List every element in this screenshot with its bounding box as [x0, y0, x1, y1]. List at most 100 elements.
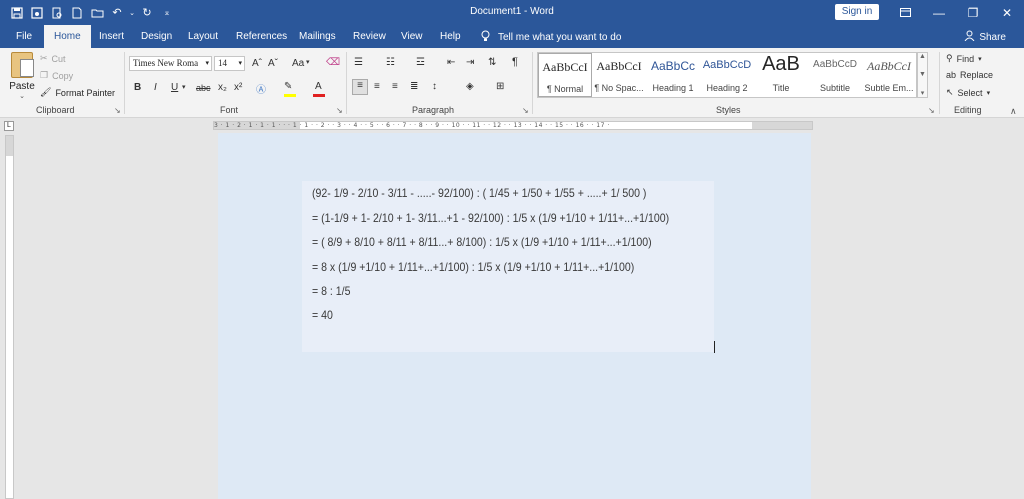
styles-gallery-scroll[interactable]: ▲ ▼ ▾ [917, 52, 928, 98]
ribbon-tabs: File Home Insert Design Layout Reference… [0, 25, 1024, 48]
style-heading-2[interactable]: AaBbCcD Heading 2 [700, 53, 754, 97]
chevron-down-icon[interactable]: ▼ [919, 71, 926, 78]
change-case-button[interactable]: Aa [292, 58, 304, 69]
find-button[interactable]: ⚲ Find ▾ [946, 53, 982, 64]
horizontal-ruler[interactable]: 3 · 1 · 2 · 1 · 1 · 1 · · · 1 · 1 · · 2 … [213, 121, 813, 130]
style-sample: AaBbCcD [813, 59, 857, 70]
borders-icon[interactable]: ⊞ [496, 81, 504, 92]
style-no-spacing[interactable]: AaBbCcI ¶ No Spac... [592, 53, 646, 97]
tab-layout[interactable]: Layout [188, 25, 218, 48]
close-icon[interactable]: ✕ [990, 0, 1024, 25]
vertical-ruler[interactable] [5, 135, 14, 499]
tab-review[interactable]: Review [353, 25, 386, 48]
ruler-top-margin [6, 136, 13, 156]
underline-dropdown-icon[interactable]: ▾ [182, 83, 186, 91]
format-painter-button[interactable]: 🖌 Format Painter [40, 87, 115, 98]
change-case-dropdown-icon[interactable]: ▾ [306, 58, 310, 66]
style-title[interactable]: AaB Title [754, 53, 808, 97]
multilevel-list-icon[interactable]: ☲ [416, 57, 425, 68]
tab-mailings[interactable]: Mailings [299, 25, 336, 48]
style-subtitle[interactable]: AaBbCcD Subtitle [808, 53, 862, 97]
line-spacing-icon[interactable]: ↕ [432, 81, 437, 92]
bold-button[interactable]: B [134, 82, 141, 93]
text-effects-icon[interactable]: Ⓐ [256, 81, 266, 96]
tab-file[interactable]: File [16, 25, 32, 48]
tab-help[interactable]: Help [440, 25, 461, 48]
justify-icon[interactable]: ≣ [410, 81, 418, 92]
tell-me-label: Tell me what you want to do [498, 32, 622, 43]
collapse-ribbon-icon[interactable]: ∧ [1010, 106, 1017, 117]
gallery-more-icon[interactable]: ▾ [921, 89, 925, 97]
increase-indent-icon[interactable]: ⇥ [466, 57, 474, 68]
tab-home[interactable]: Home [44, 25, 91, 48]
find-label: Find [956, 53, 975, 64]
align-center-icon[interactable]: ≡ [374, 81, 380, 92]
editing-group-label: Editing [954, 105, 982, 115]
tab-references[interactable]: References [236, 25, 287, 48]
font-color-icon[interactable]: A [315, 81, 322, 92]
share-button[interactable]: Share [964, 30, 1006, 44]
text-area[interactable]: (92- 1/9 - 2/10 - 3/11 - .....- 92/100) … [302, 181, 714, 352]
styles-launcher-icon[interactable]: ↘ [928, 106, 935, 115]
cut-button[interactable]: ✂ Cut [40, 53, 66, 64]
find-dropdown-icon[interactable]: ▾ [978, 55, 982, 63]
shrink-font-icon[interactable]: Aˇ [268, 58, 278, 69]
subscript-button[interactable]: x₂ [218, 82, 227, 93]
align-left-icon[interactable]: ≡ [352, 79, 368, 95]
paragraph-launcher-icon[interactable]: ↘ [522, 106, 529, 115]
window-controls: — ❐ ✕ [888, 0, 1024, 25]
style-name: Subtitle [819, 83, 851, 93]
sort-icon[interactable]: ⇅ [488, 57, 496, 68]
grow-font-icon[interactable]: Aˆ [252, 58, 262, 69]
font-name-dropdown-icon[interactable]: ▾ [205, 57, 209, 70]
style-sample: AaBbCcD [702, 59, 752, 71]
paste-button[interactable]: Paste ⌄ [8, 52, 36, 100]
tab-design[interactable]: Design [141, 25, 172, 48]
clipboard-launcher-icon[interactable]: ↘ [114, 106, 121, 115]
align-right-icon[interactable]: ≡ [392, 81, 398, 92]
tell-me-search[interactable]: Tell me what you want to do [481, 30, 621, 45]
restore-icon[interactable]: ❐ [956, 0, 990, 25]
ribbon-display-options-icon[interactable] [888, 0, 922, 25]
numbering-icon[interactable]: ☷ [386, 57, 395, 68]
superscript-button[interactable]: x² [234, 82, 242, 93]
style-heading-1[interactable]: AaBbCc Heading 1 [646, 53, 700, 97]
strikethrough-button[interactable]: abc [196, 83, 211, 93]
style-normal[interactable]: AaBbCcI ¶ Normal [538, 53, 592, 97]
group-divider [124, 52, 125, 114]
italic-button[interactable]: I [154, 82, 157, 93]
sign-in-button[interactable]: Sign in [835, 4, 879, 20]
font-name-box[interactable]: Times New Roma ▾ [129, 56, 212, 71]
tab-insert[interactable]: Insert [99, 25, 124, 48]
clear-formatting-icon[interactable]: ⌫ [326, 57, 340, 68]
font-size-dropdown-icon[interactable]: ▾ [238, 57, 242, 70]
tab-view[interactable]: View [401, 25, 423, 48]
chevron-up-icon[interactable]: ▲ [919, 53, 926, 60]
cursor-select-icon: ↖ [946, 87, 954, 97]
paste-dropdown-icon[interactable]: ⌄ [8, 92, 36, 100]
style-sample: AaBbCcI [867, 59, 911, 73]
underline-button[interactable]: U [171, 82, 178, 93]
replace-button[interactable]: ab Replace [946, 70, 993, 80]
font-size-box[interactable]: 14 ▾ [214, 56, 245, 71]
highlight-icon[interactable]: ✎ [284, 81, 292, 92]
document-line: = ( 8/9 + 8/10 + 8/11 + 8/11...+ 8/100) … [312, 235, 652, 249]
show-formatting-icon[interactable]: ¶ [512, 56, 518, 68]
decrease-indent-icon[interactable]: ⇤ [447, 57, 455, 68]
copy-button[interactable]: ❐ Copy [40, 70, 73, 81]
shading-icon[interactable]: ◈ [466, 81, 474, 92]
minimize-icon[interactable]: — [922, 0, 956, 25]
style-sample: AaBbCc [650, 59, 696, 73]
copy-icon: ❐ [40, 70, 49, 80]
clipboard-icon [11, 52, 34, 78]
select-button[interactable]: ↖ Select ▾ [946, 87, 990, 98]
tab-selector[interactable]: L [4, 121, 14, 131]
style-name: Title [772, 83, 790, 93]
bullets-icon[interactable]: ☰ [354, 57, 363, 68]
style-subtle-emphasis[interactable]: AaBbCcI Subtle Em... [862, 53, 916, 97]
document-page[interactable]: (92- 1/9 - 2/10 - 3/11 - .....- 92/100) … [218, 133, 811, 499]
select-label: Select [957, 87, 983, 98]
font-launcher-icon[interactable]: ↘ [336, 106, 343, 115]
styles-group-label: Styles [716, 105, 741, 115]
select-dropdown-icon[interactable]: ▾ [987, 89, 991, 97]
